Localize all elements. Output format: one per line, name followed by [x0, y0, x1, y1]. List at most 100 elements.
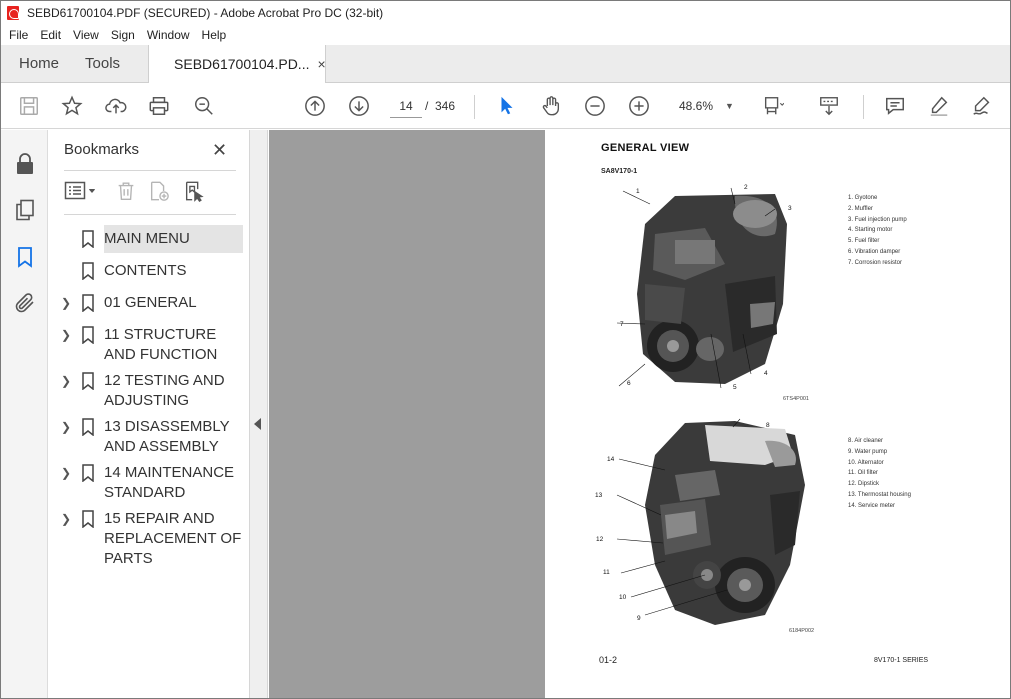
- bookmark-item-maintenance[interactable]: ❯ 14 MAINTENANCE STANDARD: [49, 463, 250, 503]
- chevron-right-icon[interactable]: ❯: [61, 509, 73, 529]
- bookmark-star-icon[interactable]: [60, 94, 84, 118]
- menu-edit[interactable]: Edit: [34, 28, 67, 42]
- bookmark-icon: [81, 464, 95, 483]
- next-page-icon[interactable]: [347, 94, 371, 118]
- figure-code: 6184P002: [789, 628, 815, 634]
- pdf-page: GENERAL VIEW SA8V170-1 1 2 3 7 6 5 4 6TS…: [545, 130, 1010, 698]
- close-icon[interactable]: ✕: [212, 140, 227, 161]
- legend-item: 10. Alternator: [848, 459, 884, 466]
- legend-item: 3. Fuel injection pump: [848, 216, 907, 223]
- chevron-right-icon[interactable]: ❯: [61, 325, 73, 345]
- bookmark-item-repair[interactable]: ❯ 15 REPAIR AND REPLACEMENT OF PARTS: [49, 509, 250, 569]
- callout-label: 13: [595, 492, 603, 499]
- toolbar-divider: [863, 95, 864, 119]
- menu-sign[interactable]: Sign: [105, 28, 141, 42]
- figure-code: 6TS4P001: [783, 396, 809, 402]
- sign-pen-icon[interactable]: [970, 94, 994, 118]
- menu-bar: File Edit View Sign Window Help: [1, 25, 1010, 45]
- find-bookmark-icon[interactable]: [183, 180, 207, 204]
- save-icon[interactable]: [17, 94, 41, 118]
- bookmark-label: 15 REPAIR AND REPLACEMENT OF PARTS: [104, 510, 242, 567]
- divider: [64, 214, 236, 215]
- scrolling-mode-icon[interactable]: [817, 94, 841, 118]
- zoom-out-icon[interactable]: [583, 94, 607, 118]
- callout-label: 3: [788, 205, 792, 212]
- menu-file[interactable]: File: [1, 28, 34, 42]
- zoom-in-icon[interactable]: [627, 94, 651, 118]
- bookmarks-header: Bookmarks: [64, 141, 140, 158]
- legend-item: 12. Dipstick: [848, 481, 880, 488]
- bookmarks-panel-icon[interactable]: [13, 245, 37, 269]
- legend-item: 9. Water pump: [848, 448, 888, 455]
- new-bookmark-icon[interactable]: [148, 180, 172, 204]
- toolbar-divider: [474, 95, 475, 119]
- panel-collapse-handle[interactable]: [250, 130, 268, 698]
- callout-label: 2: [744, 184, 748, 191]
- page-number-input[interactable]: 14: [390, 94, 422, 118]
- callout-label: 14: [607, 456, 615, 463]
- attachments-icon[interactable]: [13, 291, 37, 315]
- page-footer-number: 01-2: [599, 655, 618, 665]
- chevron-right-icon[interactable]: ❯: [61, 417, 73, 437]
- page-thumbnails-icon[interactable]: [13, 198, 37, 222]
- bookmark-options-icon[interactable]: [64, 180, 100, 204]
- callout-label: 1: [636, 188, 640, 195]
- hand-tool-icon[interactable]: [539, 94, 563, 118]
- tab-document[interactable]: SEBD61700104.PD... ×: [148, 45, 327, 83]
- page-title: GENERAL VIEW: [601, 142, 690, 154]
- legend-list-1: 1. Gyotone 2. Muffler 3. Fuel injection …: [848, 193, 907, 269]
- callout-label: 8: [766, 422, 770, 429]
- legend-item: 5. Fuel filter: [848, 238, 880, 245]
- bookmark-item-general[interactable]: ❯ 01 GENERAL: [49, 293, 250, 313]
- bookmark-item-testing[interactable]: ❯ 12 TESTING AND ADJUSTING: [49, 371, 250, 411]
- comment-icon[interactable]: [883, 94, 907, 118]
- bookmark-label: 13 DISASSEMBLY AND ASSEMBLY: [104, 418, 230, 455]
- print-icon[interactable]: [147, 94, 171, 118]
- tab-close-icon[interactable]: ×: [317, 56, 325, 72]
- chevron-right-icon[interactable]: ❯: [61, 463, 73, 483]
- bookmark-label: 11 STRUCTURE AND FUNCTION: [104, 326, 218, 363]
- chevron-down-icon[interactable]: ▼: [725, 94, 734, 118]
- tab-tools[interactable]: Tools: [73, 45, 148, 82]
- menu-help[interactable]: Help: [196, 28, 233, 42]
- callout-label: 9: [637, 615, 641, 622]
- legend-item: 8. Air cleaner: [848, 438, 884, 444]
- select-cursor-icon[interactable]: [495, 94, 519, 118]
- bookmark-label: 01 GENERAL: [104, 294, 197, 311]
- collapse-arrow-icon[interactable]: [254, 418, 261, 430]
- acrobat-window: SEBD61700104.PDF (SECURED) - Adobe Acrob…: [0, 0, 1011, 699]
- zoom-search-icon[interactable]: [192, 94, 216, 118]
- legend-item: 4. Starting motor: [848, 227, 893, 234]
- callout-label: 6: [627, 380, 631, 387]
- bookmark-item-disassembly[interactable]: ❯ 13 DISASSEMBLY AND ASSEMBLY: [49, 417, 250, 457]
- bookmark-icon: [81, 230, 95, 249]
- menu-view[interactable]: View: [67, 28, 105, 42]
- lock-icon[interactable]: [13, 152, 37, 176]
- delete-bookmark-icon[interactable]: [115, 180, 139, 204]
- tab-bar: Home Tools SEBD61700104.PD... ×: [1, 45, 1010, 83]
- page-fit-icon[interactable]: [761, 94, 785, 118]
- chevron-right-icon[interactable]: ❯: [61, 371, 73, 391]
- bookmark-item-contents[interactable]: CONTENTS: [49, 261, 250, 281]
- total-pages: 346: [435, 99, 456, 113]
- bookmark-icon: [81, 418, 95, 437]
- menu-window[interactable]: Window: [141, 28, 196, 42]
- bookmark-icon: [81, 294, 95, 313]
- legend-item: 13. Thermostat housing: [848, 491, 911, 498]
- tab-home[interactable]: Home: [1, 45, 73, 82]
- bookmark-item-main-menu[interactable]: MAIN MENU: [49, 225, 250, 253]
- legend-item: 6. Vibration damper: [848, 248, 901, 255]
- document-viewer[interactable]: GENERAL VIEW SA8V170-1 1 2 3 7 6 5 4 6TS…: [269, 130, 1010, 698]
- bookmark-item-structure[interactable]: ❯ 11 STRUCTURE AND FUNCTION: [49, 325, 250, 365]
- upload-cloud-icon[interactable]: [104, 94, 128, 118]
- bookmark-label: MAIN MENU: [104, 230, 190, 247]
- chevron-right-icon[interactable]: ❯: [61, 293, 73, 313]
- page-footer-series: 8V170-1 SERIES: [874, 657, 929, 664]
- bookmark-icon: [81, 510, 95, 529]
- title-bar: SEBD61700104.PDF (SECURED) - Adobe Acrob…: [1, 1, 1010, 25]
- legend-item: 7. Corrosion resistor: [848, 259, 903, 266]
- highlight-pen-icon[interactable]: [927, 94, 951, 118]
- bookmark-icon: [81, 326, 95, 345]
- bookmarks-panel: Bookmarks ✕ MAIN MENU CONTENTS ❯ 01 GENE…: [49, 130, 250, 698]
- previous-page-icon[interactable]: [303, 94, 327, 118]
